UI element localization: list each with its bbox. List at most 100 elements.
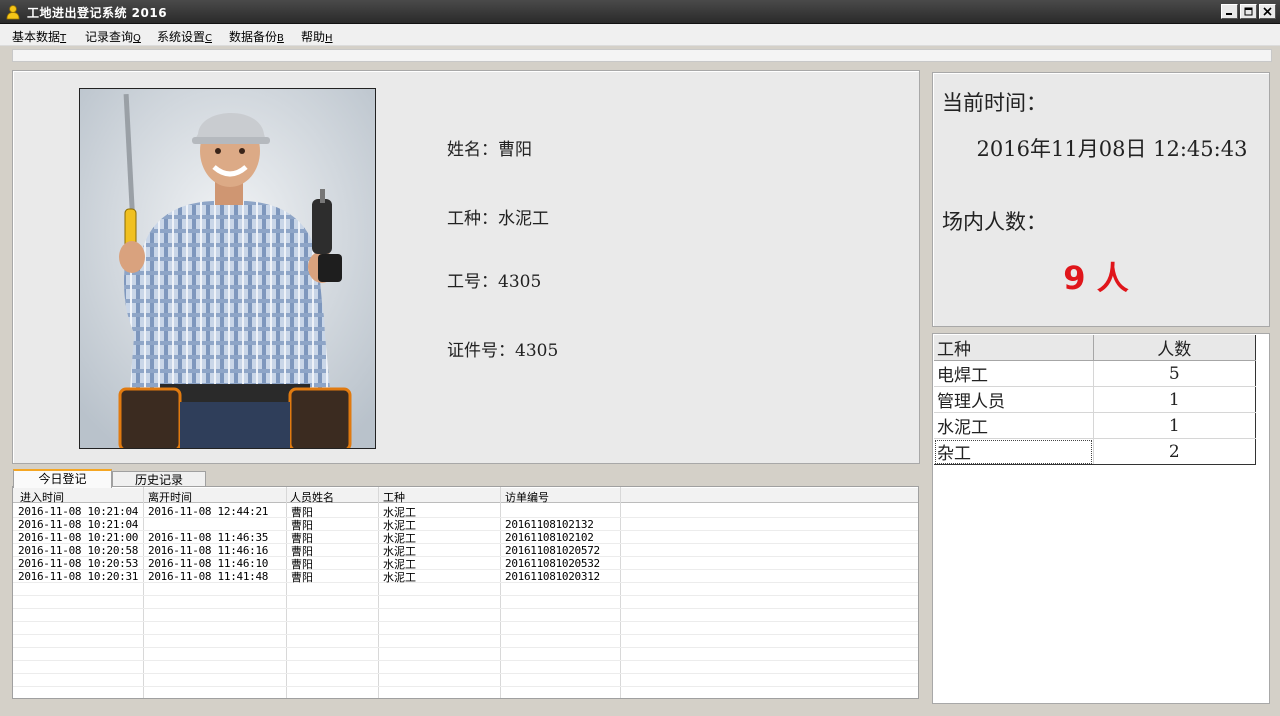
close-icon	[1263, 7, 1272, 16]
menu-label: 系统设置	[157, 30, 206, 44]
id-label: 工号：	[447, 272, 498, 292]
cell-leave-time[interactable]: 2016-11-08 11:46:16	[148, 544, 268, 557]
cell-person-name[interactable]: 曹阳	[291, 569, 313, 585]
header-enter-time[interactable]: 进入时间	[20, 489, 64, 505]
count-cell: 1	[1093, 412, 1256, 439]
user-icon	[5, 4, 21, 20]
title-bar: 工地进出登记系统 2016	[0, 0, 1280, 24]
header-leave-time[interactable]: 离开时间	[148, 489, 192, 505]
menu-help[interactable]: 帮助H	[301, 28, 333, 45]
cell-enter-time[interactable]: 2016-11-08 10:20:53	[18, 557, 138, 570]
grid-column-divider	[143, 487, 144, 698]
cell-leave-time[interactable]: 2016-11-08 11:41:48	[148, 570, 268, 583]
grid-row-line	[13, 647, 918, 648]
record-tabs: 今日登记 历史记录	[12, 469, 920, 488]
header-visit-number[interactable]: 访单编号	[505, 489, 549, 505]
menu-bar: 基本数据T 记录查询Q 系统设置C 数据备份B 帮助H	[0, 24, 1280, 46]
cell-visit-number[interactable]: 20161108102102	[505, 531, 594, 544]
cell-enter-time[interactable]: 2016-11-08 10:21:00	[18, 531, 138, 544]
menu-shortcut: B	[277, 33, 284, 44]
grid-column-divider	[378, 487, 379, 698]
work-type-table: 工种 人数 电焊工 5 管理人员 1 水泥工 1 杂工 2	[934, 335, 1256, 465]
close-button[interactable]	[1259, 4, 1276, 19]
grid-column-divider	[620, 487, 621, 698]
toolstrip	[12, 49, 1272, 62]
cell-enter-time[interactable]: 2016-11-08 10:21:04	[18, 505, 138, 518]
grid-row-line	[13, 621, 918, 622]
cell-visit-number[interactable]: 20161108102132	[505, 518, 594, 531]
type-label: 工种：	[447, 209, 498, 229]
grid-header: 进入时间 离开时间 人员姓名 工种 访单编号	[13, 488, 918, 505]
cell-visit-number[interactable]: 201611081020312	[505, 570, 600, 583]
window-controls	[1221, 4, 1276, 19]
menu-shortcut: C	[205, 33, 212, 44]
cert-label: 证件号：	[447, 341, 515, 361]
person-photo	[79, 88, 376, 449]
work-type-cell: 杂工	[934, 438, 1094, 465]
grid-row-line	[13, 634, 918, 635]
cell-enter-time[interactable]: 2016-11-08 10:21:04	[18, 518, 138, 531]
menu-label: 帮助	[301, 30, 326, 44]
id-value: 4305	[498, 272, 542, 292]
grid-row-line	[13, 686, 918, 687]
menu-data-backup[interactable]: 数据备份B	[229, 28, 284, 45]
header-work-type[interactable]: 工种	[383, 489, 405, 505]
current-time-value: 2016年11月08日 12:45:43	[976, 137, 1248, 161]
cell-leave-time[interactable]: 2016-11-08 12:44:21	[148, 505, 268, 518]
cell-leave-time[interactable]: 2016-11-08 11:46:10	[148, 557, 268, 570]
header-person-name[interactable]: 人员姓名	[290, 489, 334, 505]
current-time-label: 当前时间：	[942, 91, 1047, 115]
name-value: 曹阳	[498, 140, 532, 160]
onsite-count-value: 9 人	[1063, 259, 1129, 297]
work-type-summary: 工种 人数 电焊工 5 管理人员 1 水泥工 1 杂工 2	[932, 333, 1270, 704]
name-label: 姓名：	[447, 140, 498, 160]
menu-basic-data[interactable]: 基本数据T	[12, 28, 66, 45]
tab-today[interactable]: 今日登记	[13, 469, 112, 488]
type-value: 水泥工	[498, 209, 549, 229]
person-type-field: 工种：水泥工	[447, 204, 549, 229]
menu-record-query[interactable]: 记录查询Q	[85, 28, 141, 45]
cell-visit-number[interactable]: 201611081020532	[505, 557, 600, 570]
cell-enter-time[interactable]: 2016-11-08 10:20:58	[18, 544, 138, 557]
menu-label: 记录查询	[85, 30, 134, 44]
menu-shortcut: H	[325, 33, 333, 44]
menu-shortcut: Q	[133, 33, 141, 44]
table-row[interactable]: 水泥工 1	[934, 412, 1256, 439]
count-cell: 5	[1093, 360, 1256, 387]
grid-row-line	[13, 660, 918, 661]
grid-row-line	[13, 673, 918, 674]
count-cell: 1	[1093, 386, 1256, 413]
minimize-button[interactable]	[1221, 4, 1238, 19]
cert-value: 4305	[515, 341, 559, 361]
menu-shortcut: T	[60, 33, 67, 44]
work-type-cell: 水泥工	[934, 412, 1094, 439]
grid-column-divider	[500, 487, 501, 698]
table-row[interactable]: 杂工 2	[934, 438, 1256, 465]
header-work-type[interactable]: 工种	[934, 335, 1094, 361]
worker-photo-illustration	[80, 89, 375, 448]
cell-visit-number[interactable]: 201611081020572	[505, 544, 600, 557]
menu-label: 基本数据	[12, 30, 61, 44]
status-panel: 当前时间： 2016年11月08日 12:45:43 场内人数： 9 人	[932, 72, 1270, 327]
cell-work-type[interactable]: 水泥工	[383, 569, 416, 585]
person-info-panel: 姓名：曹阳 工种：水泥工 工号：4305 证件号：4305	[12, 70, 920, 464]
work-table-header: 工种 人数	[934, 335, 1256, 361]
grid-row-line	[13, 608, 918, 609]
menu-system-settings[interactable]: 系统设置C	[157, 28, 212, 45]
records-grid: 进入时间 离开时间 人员姓名 工种 访单编号 2016-11-08 10:21:…	[12, 486, 919, 699]
person-id-field: 工号：4305	[447, 267, 541, 292]
count-cell: 2	[1093, 438, 1256, 465]
cell-enter-time[interactable]: 2016-11-08 10:20:31	[18, 570, 138, 583]
grid-row-line	[13, 595, 918, 596]
table-row[interactable]: 管理人员 1	[934, 386, 1256, 413]
cell-leave-time[interactable]: 2016-11-08 11:46:35	[148, 531, 268, 544]
tab-history[interactable]: 历史记录	[112, 471, 206, 487]
minimize-icon	[1226, 13, 1232, 15]
work-type-cell: 管理人员	[934, 386, 1094, 413]
header-count[interactable]: 人数	[1093, 335, 1256, 361]
maximize-button[interactable]	[1240, 4, 1257, 19]
person-cert-field: 证件号：4305	[447, 336, 558, 361]
menu-label: 数据备份	[229, 30, 278, 44]
table-row[interactable]: 电焊工 5	[934, 360, 1256, 387]
maximize-icon	[1244, 7, 1253, 16]
